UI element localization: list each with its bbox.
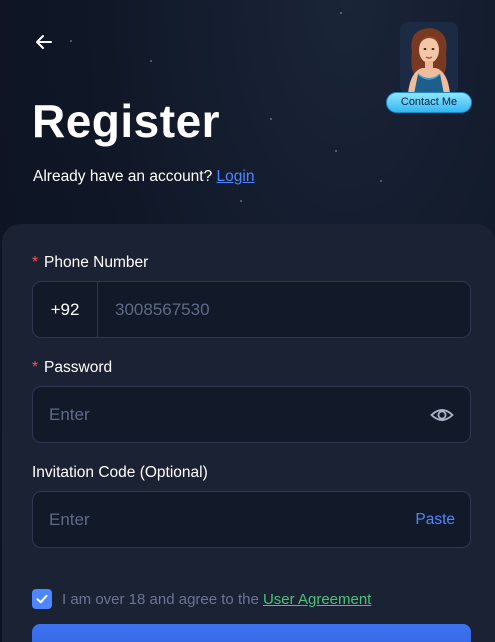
user-agreement-link[interactable]: User Agreement (263, 591, 371, 608)
password-label-text: Password (44, 359, 113, 376)
password-label: * Password (32, 359, 112, 377)
star-decoration (270, 118, 272, 120)
page-title: Register (32, 95, 221, 147)
contact-support-widget[interactable]: Contact Me (386, 22, 474, 114)
checkmark-icon (36, 594, 48, 604)
password-field: Enter (32, 386, 471, 443)
phone-label: * Phone Number (32, 254, 148, 272)
invite-field: Enter Paste (32, 491, 471, 548)
agreement-checkbox[interactable] (32, 589, 52, 609)
contact-me-button[interactable]: Contact Me (386, 92, 472, 113)
required-marker: * (32, 254, 39, 271)
eye-icon[interactable] (430, 403, 454, 427)
paste-button[interactable]: Paste (415, 492, 455, 547)
star-decoration (150, 60, 152, 62)
register-page: Contact Me Register Already have an acco… (0, 0, 495, 642)
required-marker: * (32, 359, 39, 376)
login-prompt: Already have an account? Login (33, 168, 254, 186)
star-decoration (340, 12, 342, 14)
login-prompt-text: Already have an account? (33, 168, 213, 185)
star-decoration (380, 180, 382, 182)
back-arrow-icon[interactable] (32, 30, 56, 54)
register-button[interactable] (32, 624, 471, 642)
invite-code-input[interactable]: Enter (49, 492, 90, 547)
support-avatar (400, 22, 458, 94)
invite-label: Invitation Code (Optional) (32, 464, 208, 481)
star-decoration (70, 40, 72, 42)
star-decoration (335, 150, 337, 152)
phone-label-text: Phone Number (44, 254, 149, 271)
agreement-row: I am over 18 and agree to the User Agree… (32, 589, 371, 609)
agreement-statement: I am over 18 and agree to the (62, 590, 259, 608)
phone-input[interactable]: 3008567530 (115, 282, 210, 337)
star-decoration (240, 200, 242, 202)
password-input[interactable]: Enter (49, 387, 90, 442)
agreement-text: I am over 18 and agree to the User Agree… (62, 591, 371, 608)
login-link[interactable]: Login (217, 168, 255, 185)
phone-field: +92 3008567530 (32, 281, 471, 338)
country-code-selector[interactable]: +92 (33, 282, 98, 337)
